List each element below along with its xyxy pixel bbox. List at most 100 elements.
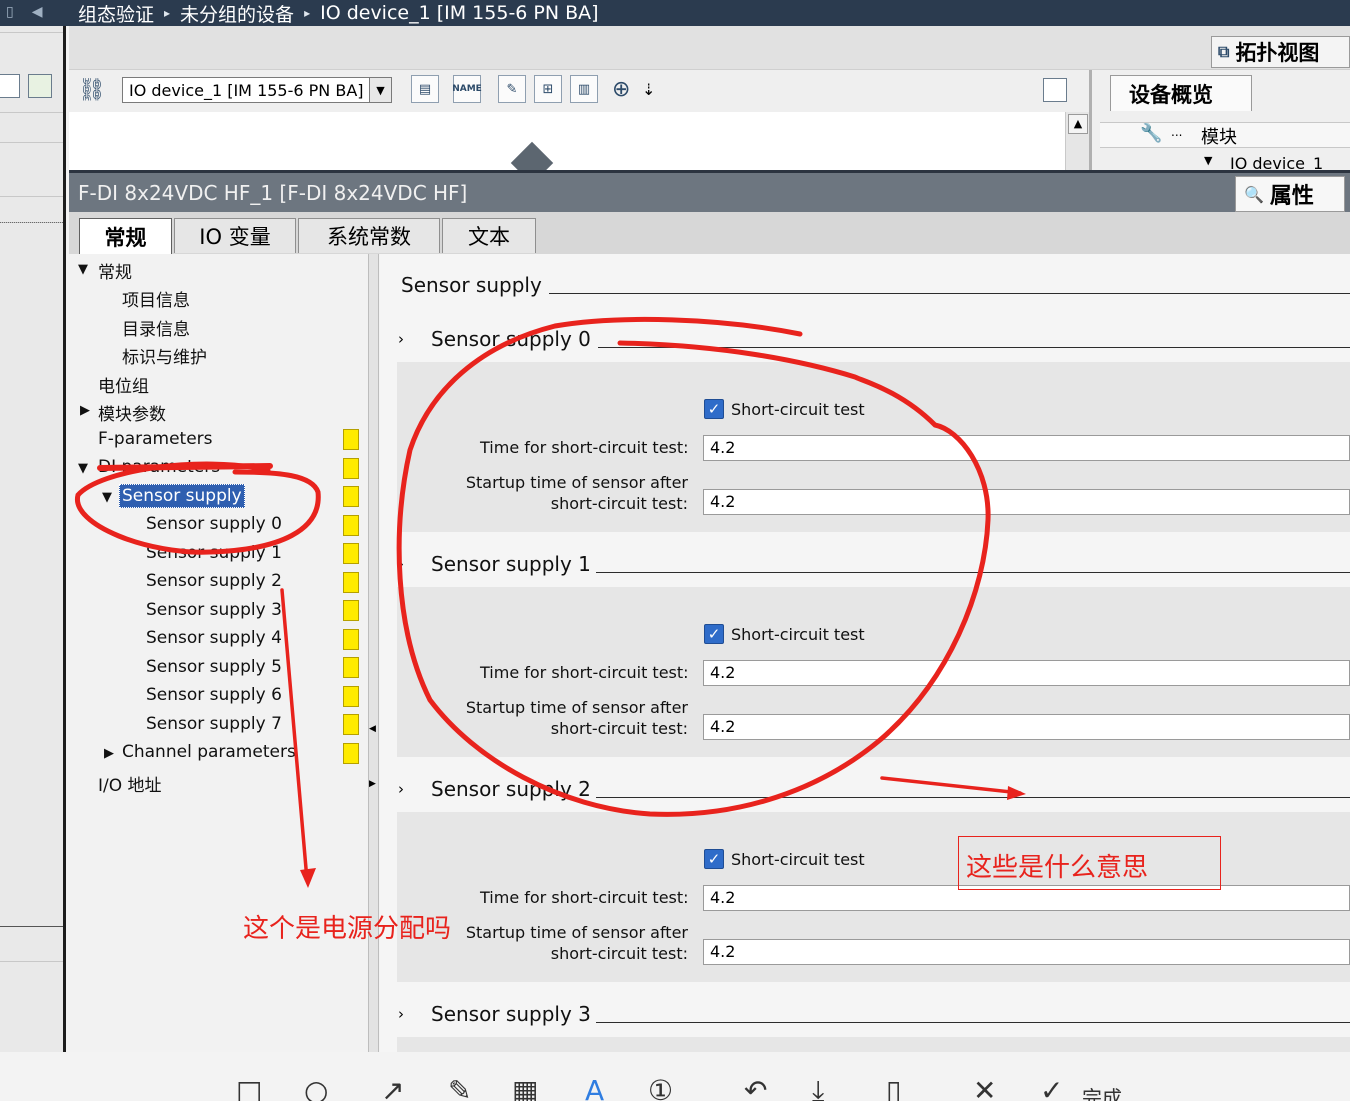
collapse-left-icon[interactable]: ◀ — [32, 4, 43, 20]
nav-item-project-info[interactable]: 项目信息 — [122, 286, 190, 311]
panel-toggle-icon[interactable]: ▯ — [6, 4, 14, 20]
chevron-right-icon[interactable]: › — [398, 1005, 404, 1023]
number-icon[interactable]: ① — [648, 1074, 673, 1101]
text-icon[interactable]: A — [585, 1074, 604, 1101]
nav-item-sensor-supply-6[interactable]: Sensor supply 6 — [146, 685, 282, 705]
title-bar: ▯ ◀ 组态验证 ▸ 未分组的设备 ▸ IO device_1 [IM 155-… — [0, 0, 1350, 26]
nav-item-sensor-supply-7[interactable]: Sensor supply 7 — [146, 714, 282, 734]
overview-row[interactable]: ▼ IO device_1 — [1100, 150, 1350, 170]
overview-col-dots: ... — [1171, 125, 1183, 139]
chevron-right-icon[interactable]: ▶ — [80, 403, 90, 418]
undo-icon[interactable]: ↶ — [744, 1074, 767, 1101]
zoom-dropdown-icon[interactable]: ⇣ — [642, 80, 655, 99]
show-name-icon[interactable]: NAME — [452, 75, 482, 103]
divider — [0, 32, 63, 33]
collapse-left-icon[interactable]: ◀ — [369, 724, 376, 734]
check-icon[interactable]: ✓ — [1040, 1074, 1063, 1101]
topology-view-tab[interactable]: ⧉ 拓扑视图 — [1211, 36, 1350, 68]
breadcrumb-item-device[interactable]: IO device_1 [IM 155-6 PN BA] — [320, 2, 599, 24]
scroll-up-icon[interactable]: ▲ — [1068, 114, 1088, 134]
field-label-time: Time for short-circuit test: — [480, 888, 689, 907]
nav-item-sensor-supply-2[interactable]: Sensor supply 2 — [146, 571, 282, 591]
tab-system-constants[interactable]: 系统常数 — [298, 218, 440, 253]
nav-item-f-parameters[interactable]: F-parameters — [98, 429, 213, 449]
mosaic-icon[interactable]: ▦ — [512, 1074, 538, 1101]
nav-item-general[interactable]: 常规 — [98, 258, 132, 283]
nav-item-channel-params[interactable]: Channel parameters — [122, 742, 296, 762]
chevron-right-icon[interactable]: › — [398, 555, 404, 573]
breadcrumb-item-ungrouped[interactable]: 未分组的设备 — [180, 0, 294, 27]
short-circuit-test-checkbox-1[interactable]: ✓ — [704, 624, 724, 644]
expand-right-icon[interactable]: ▶ — [369, 779, 376, 789]
chevron-right-icon[interactable]: › — [398, 330, 404, 348]
device-select[interactable]: IO device_1 [IM 155-6 PN BA] ▼ — [122, 77, 392, 103]
label-line: short-circuit test: — [550, 719, 688, 738]
short-circuit-test-checkbox-0[interactable]: ✓ — [704, 399, 724, 419]
nav-item-io-address[interactable]: I/O 地址 — [98, 771, 162, 796]
table-icon[interactable] — [0, 74, 20, 98]
divider — [0, 196, 63, 197]
chevron-down-icon[interactable]: ▼ — [102, 490, 112, 505]
divider — [598, 347, 1350, 348]
graphic-view-icon[interactable]: ✎ — [498, 75, 526, 103]
tab-properties[interactable]: 🔍 属性 — [1235, 176, 1345, 212]
time-short-circuit-input-0[interactable]: 4.2 — [703, 435, 1350, 461]
overview-col-module: 模块 — [1201, 127, 1237, 148]
startup-time-input-2[interactable]: 4.2 — [703, 939, 1350, 965]
page-view-icon[interactable]: ▥ — [570, 75, 598, 103]
chevron-down-icon[interactable]: ▼ — [78, 262, 88, 277]
grid-view-icon[interactable]: ⊞ — [534, 75, 562, 103]
group-title-sensor-supply-1[interactable]: Sensor supply 1 — [431, 552, 591, 576]
device-add-icon[interactable]: ⛓ — [78, 78, 106, 103]
chevron-right-icon[interactable]: › — [398, 780, 404, 798]
group-title-sensor-supply-3[interactable]: Sensor supply 3 — [431, 1002, 591, 1026]
label-line: Startup time of sensor after — [465, 473, 688, 492]
status-marker — [343, 629, 359, 650]
done-label[interactable]: 完成 — [1082, 1082, 1122, 1101]
zoom-icon[interactable]: ⊕ — [612, 77, 630, 102]
group-title-sensor-supply-0[interactable]: Sensor supply 0 — [431, 327, 591, 351]
tab-device-overview[interactable]: 设备概览 — [1110, 75, 1252, 111]
close-icon[interactable]: ✕ — [973, 1074, 996, 1101]
overview-navigation-icon[interactable] — [1043, 78, 1067, 102]
pin-icon[interactable]: ▯ — [886, 1074, 901, 1101]
nav-item-module-params[interactable]: 模块参数 — [98, 400, 166, 425]
status-marker — [343, 486, 359, 507]
nav-item-sensor-supply-4[interactable]: Sensor supply 4 — [146, 628, 282, 648]
nav-item-sensor-supply-5[interactable]: Sensor supply 5 — [146, 657, 282, 677]
show-table-icon[interactable]: ▤ — [411, 75, 439, 103]
nav-item-sensor-supply-0[interactable]: Sensor supply 0 — [146, 514, 282, 534]
nav-item-sensor-supply-1[interactable]: Sensor supply 1 — [146, 543, 282, 563]
arrow-icon[interactable]: ↗ — [381, 1074, 404, 1101]
nav-item-sensor-supply[interactable]: Sensor supply — [119, 484, 245, 508]
ellipse-icon[interactable]: ○ — [304, 1074, 328, 1101]
nav-item-catalog-info[interactable]: 目录信息 — [122, 315, 190, 340]
chevron-right-icon[interactable]: ▶ — [104, 746, 114, 761]
field-label-startup: Startup time of sensor after short-circu… — [440, 472, 688, 514]
chevron-down-icon[interactable]: ▼ — [1204, 154, 1212, 167]
short-circuit-test-checkbox-2[interactable]: ✓ — [704, 849, 724, 869]
group-panel-sensor-supply-3 — [397, 1037, 1350, 1052]
module-status-icon: 🔧 — [1140, 123, 1163, 144]
properties-title-bar: F-DI 8x24VDC HF_1 [F-DI 8x24VDC HF] — [69, 170, 1350, 212]
device-canvas[interactable] — [69, 112, 1065, 185]
export-icon[interactable] — [28, 74, 52, 98]
nav-item-sensor-supply-3[interactable]: Sensor supply 3 — [146, 600, 282, 620]
download-icon[interactable]: ⤓ — [812, 1074, 824, 1101]
canvas-scrollbar[interactable]: ▲ — [1065, 112, 1089, 170]
tab-io-tags[interactable]: IO 变量 — [174, 218, 296, 253]
nav-item-di-parameters[interactable]: DI parameters — [98, 457, 220, 477]
time-short-circuit-input-1[interactable]: 4.2 — [703, 660, 1350, 686]
tab-texts[interactable]: 文本 — [442, 218, 536, 253]
pen-icon[interactable]: ✎ — [448, 1074, 471, 1101]
nav-item-potential-group[interactable]: 电位组 — [98, 372, 149, 397]
startup-time-input-0[interactable]: 4.2 — [703, 489, 1350, 515]
rectangle-icon[interactable]: □ — [236, 1074, 262, 1101]
chevron-down-icon[interactable]: ▼ — [369, 78, 391, 102]
startup-time-input-1[interactable]: 4.2 — [703, 714, 1350, 740]
tab-general[interactable]: 常规 — [79, 218, 172, 255]
chevron-down-icon[interactable]: ▼ — [78, 461, 88, 476]
breadcrumb-item-project[interactable]: 组态验证 — [78, 0, 154, 27]
group-title-sensor-supply-2[interactable]: Sensor supply 2 — [431, 777, 591, 801]
nav-item-identification[interactable]: 标识与维护 — [122, 343, 207, 368]
